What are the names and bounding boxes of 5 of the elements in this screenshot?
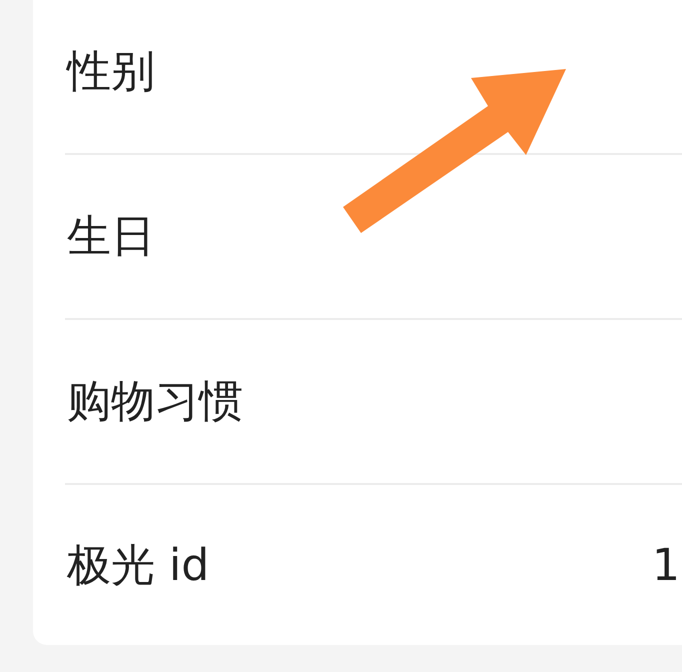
row-label: 生日 xyxy=(66,210,155,264)
row-label: 购物习惯 xyxy=(66,375,243,429)
row-label: 性别 xyxy=(65,45,155,99)
row-label: 极光 id xyxy=(66,538,210,592)
row-value: 1 xyxy=(652,540,681,590)
